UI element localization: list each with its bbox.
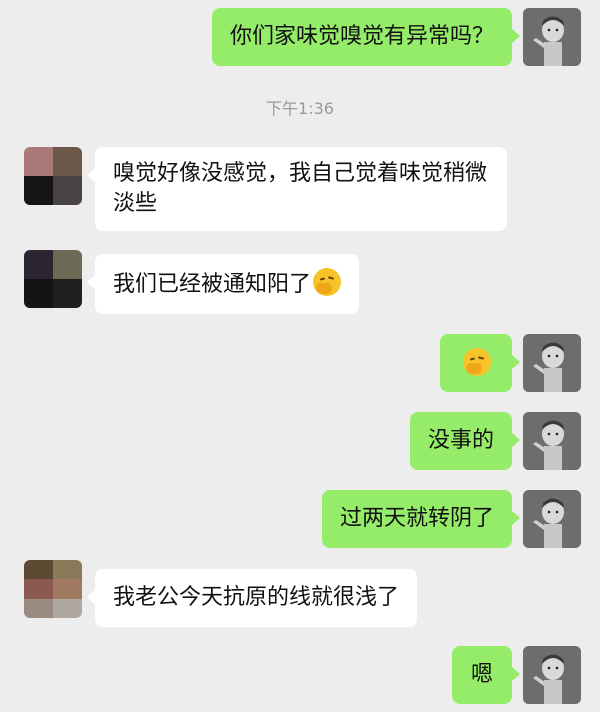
message-bubble-incoming[interactable]: 我们已经被通知阳了: [86, 254, 360, 314]
message-text: 嗯: [470, 662, 493, 687]
message-bubble-outgoing[interactable]: [440, 334, 520, 392]
blurred-avatar-icon: [24, 250, 82, 308]
blurred-avatar-icon: [24, 560, 82, 618]
avatar[interactable]: [24, 147, 82, 205]
message-text: 没事的: [427, 428, 494, 453]
message-text: 我老公今天抗原的线就很浅了: [113, 585, 400, 610]
cartoon-boy-avatar-icon: [523, 412, 581, 470]
cartoon-boy-avatar-icon: [523, 646, 581, 704]
message-bubble-outgoing[interactable]: 过两天就转阴了: [321, 490, 521, 548]
facepalm-emoji-icon: [463, 348, 491, 376]
cartoon-boy-avatar-icon: [523, 334, 581, 392]
message-bubble-incoming[interactable]: 嗅觉好像没感觉，我自己觉着味觉稍微淡些: [87, 147, 507, 231]
message-bubble-incoming[interactable]: 我老公今天抗原的线就很浅了: [86, 569, 418, 627]
avatar[interactable]: [523, 8, 581, 66]
message-bubble-outgoing[interactable]: 没事的: [409, 412, 521, 470]
message-text: 你们家味觉嗅觉有异常吗？: [229, 24, 494, 49]
blurred-avatar-icon: [24, 147, 82, 205]
avatar[interactable]: [523, 412, 581, 470]
avatar[interactable]: [24, 560, 82, 618]
cartoon-boy-avatar-icon: [523, 8, 581, 66]
message-text: 我们已经被通知阳了: [113, 272, 312, 297]
avatar[interactable]: [24, 250, 82, 308]
message-bubble-outgoing[interactable]: 你们家味觉嗅觉有异常吗？: [211, 8, 521, 66]
avatar[interactable]: [523, 646, 581, 704]
message-text: 嗅觉好像没感觉，我自己觉着味觉稍微淡些: [113, 161, 488, 216]
cartoon-boy-avatar-icon: [523, 490, 581, 548]
avatar[interactable]: [523, 490, 581, 548]
avatar[interactable]: [523, 334, 581, 392]
facepalm-emoji-icon: [313, 268, 342, 296]
message-bubble-outgoing[interactable]: 嗯: [452, 646, 520, 704]
timestamp: 下午1:36: [266, 99, 334, 118]
message-text: 过两天就转阴了: [339, 506, 494, 531]
